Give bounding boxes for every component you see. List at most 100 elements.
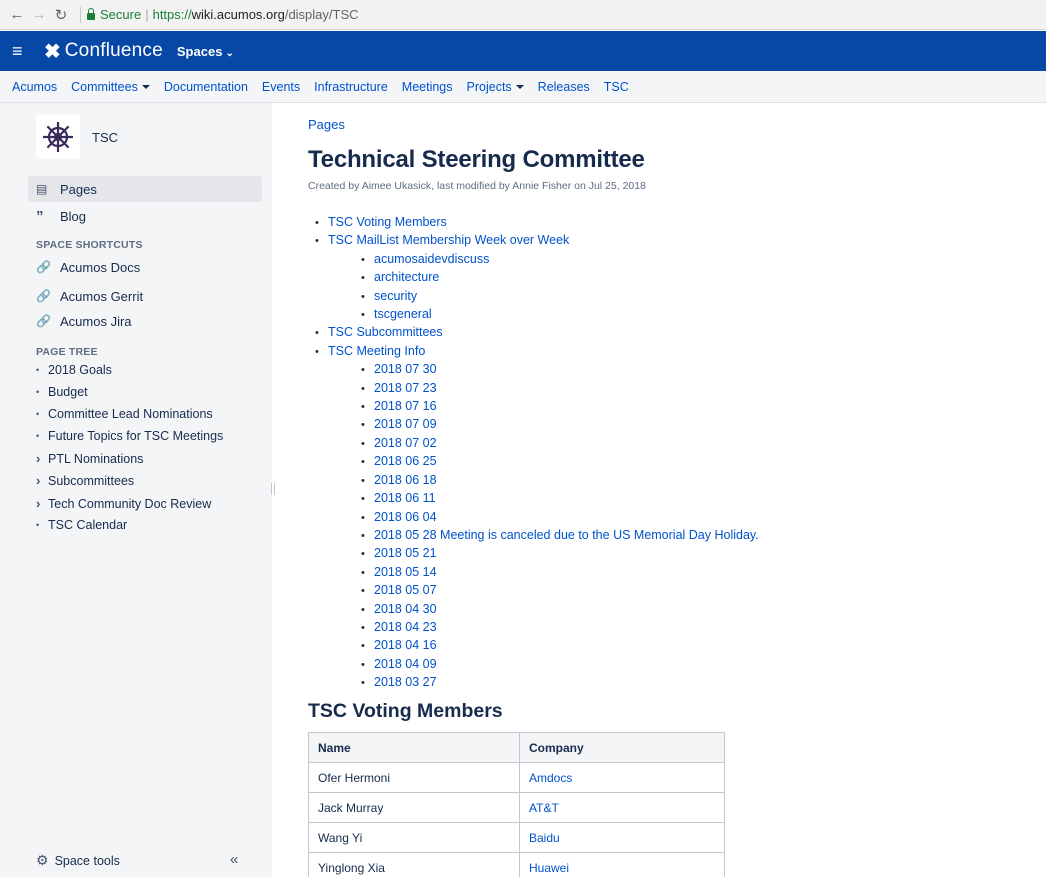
meeting-link[interactable]: 2018 06 11 xyxy=(361,490,1015,508)
voting-members-table: Name Company Ofer Hermoni Amdocs Jack Mu… xyxy=(308,732,725,877)
toc-link[interactable]: TSC MailList Membership Week over Week a… xyxy=(315,232,1015,324)
space-header[interactable]: TSC xyxy=(36,115,118,159)
tree-item[interactable]: › PTL Nominations xyxy=(36,451,143,466)
member-name: Jack Murray xyxy=(308,792,520,823)
table-header-row: Name Company xyxy=(308,732,725,763)
space-nav-bar: Acumos Committees Documentation Events I… xyxy=(0,71,1046,103)
shortcut-acumos-gerrit[interactable]: 🔗 Acumos Gerrit xyxy=(28,283,262,309)
page-byline: Created by Aimee Ukasick, last modified … xyxy=(308,180,646,192)
url-separator xyxy=(80,6,81,23)
breadcrumb[interactable]: Pages xyxy=(308,117,345,132)
shortcut-acumos-docs[interactable]: 🔗 Acumos Docs xyxy=(28,254,262,280)
toc-sublink[interactable]: acumosaidevdiscuss xyxy=(361,251,1015,269)
meeting-link[interactable]: 2018 03 27 xyxy=(361,674,1015,692)
back-arrow-icon[interactable]: ← xyxy=(6,6,28,23)
url-scheme: https:// xyxy=(152,7,192,22)
confluence-logo-icon[interactable]: ✖ xyxy=(44,39,61,64)
tree-item[interactable]: • Budget xyxy=(36,385,88,399)
toc-link[interactable]: TSC Subcommittees xyxy=(315,324,1015,342)
tree-item[interactable]: • TSC Calendar xyxy=(36,518,127,532)
toc-sublink[interactable]: tscgeneral xyxy=(361,306,1015,324)
company-link[interactable]: Baidu xyxy=(529,831,560,845)
link-icon: 🔗 xyxy=(36,314,51,328)
shortcut-acumos-jira[interactable]: 🔗 Acumos Jira xyxy=(28,308,262,334)
tree-item[interactable]: › Tech Community Doc Review xyxy=(36,496,211,511)
toc-sublink[interactable]: architecture xyxy=(361,269,1015,287)
meeting-link[interactable]: 2018 07 02 xyxy=(361,435,1015,453)
tree-item-label: Future Topics for TSC Meetings xyxy=(48,429,224,443)
meeting-link[interactable]: 2018 04 16 xyxy=(361,637,1015,655)
reload-icon[interactable]: ↻ xyxy=(50,6,72,24)
confluence-logo-text[interactable]: Confluence xyxy=(65,40,163,62)
nav-item-tsc[interactable]: TSC xyxy=(604,80,629,94)
sidebar-item-pages[interactable]: ▤ Pages xyxy=(28,176,262,202)
meeting-link[interactable]: 2018 05 28 Meeting is canceled due to th… xyxy=(361,527,1015,545)
meeting-link[interactable]: 2018 05 14 xyxy=(361,564,1015,582)
meeting-link[interactable]: 2018 04 30 xyxy=(361,601,1015,619)
nav-item-documentation[interactable]: Documentation xyxy=(164,80,248,94)
company-link[interactable]: Amdocs xyxy=(529,771,572,785)
page-title: Technical Steering Committee xyxy=(308,146,645,173)
tree-item[interactable]: • 2018 Goals xyxy=(36,363,112,377)
meeting-link[interactable]: 2018 06 25 xyxy=(361,453,1015,471)
space-logo[interactable] xyxy=(36,115,80,159)
url-field[interactable]: https://wiki.acumos.org/display/TSC xyxy=(153,7,359,22)
tree-item-label: Tech Community Doc Review xyxy=(48,496,212,511)
sidebar-item-label: Blog xyxy=(60,208,87,224)
page-icon: ▤ xyxy=(36,182,48,196)
meeting-link[interactable]: 2018 04 09 xyxy=(361,656,1015,674)
column-header-company: Company xyxy=(519,732,725,763)
ship-wheel-icon xyxy=(43,122,73,152)
toc-sublink[interactable]: security xyxy=(361,288,1015,306)
meeting-link[interactable]: 2018 04 23 xyxy=(361,619,1015,637)
meeting-link[interactable]: 2018 06 18 xyxy=(361,472,1015,490)
nav-item-meetings[interactable]: Meetings xyxy=(402,80,453,94)
tree-expand-icon[interactable]: › xyxy=(36,496,48,511)
quote-icon: ” xyxy=(36,207,44,225)
meeting-link[interactable]: 2018 05 21 xyxy=(361,545,1015,563)
tree-bullet: • xyxy=(36,409,40,419)
tree-expand-icon[interactable]: › xyxy=(36,473,48,488)
meeting-link[interactable]: 2018 07 16 xyxy=(361,398,1015,416)
member-company-cell: AT&T xyxy=(519,792,725,823)
column-header-name: Name xyxy=(308,732,520,763)
meeting-link[interactable]: 2018 07 23 xyxy=(361,380,1015,398)
meeting-link[interactable]: 2018 07 30 xyxy=(361,361,1015,379)
lock-icon xyxy=(87,8,95,20)
nav-item-releases[interactable]: Releases xyxy=(538,80,590,94)
tree-item[interactable]: • Future Topics for TSC Meetings xyxy=(36,429,223,443)
toc-link-label: TSC MailList Membership Week over Week xyxy=(328,233,570,248)
nav-item-label: Projects xyxy=(466,79,512,94)
page-tree-title: PAGE TREE xyxy=(36,346,98,358)
gear-icon: ⚙ xyxy=(36,852,49,868)
tree-item[interactable]: › Subcommittees xyxy=(36,473,134,488)
hamburger-menu-icon[interactable]: ≡ xyxy=(12,41,32,62)
company-link[interactable]: Huawei xyxy=(529,861,569,875)
chevron-down-icon: ⌄ xyxy=(225,47,234,59)
table-row: Wang Yi Baidu xyxy=(308,822,725,853)
toc-link[interactable]: TSC Meeting Info 2018 07 30 2018 07 23 2… xyxy=(315,343,1015,693)
space-name[interactable]: TSC xyxy=(92,130,118,145)
space-shortcuts-title: SPACE SHORTCUTS xyxy=(36,239,143,251)
tree-expand-icon[interactable]: › xyxy=(36,451,48,466)
tree-item[interactable]: • Committee Lead Nominations xyxy=(36,407,213,421)
nav-item-events[interactable]: Events xyxy=(262,80,300,94)
company-link[interactable]: AT&T xyxy=(529,801,559,815)
sidebar-resize-handle[interactable] xyxy=(271,483,275,495)
space-tools-button[interactable]: ⚙ Space tools xyxy=(36,852,120,869)
nav-item-projects[interactable]: Projects xyxy=(467,80,524,94)
secure-label: Secure xyxy=(100,7,142,22)
tree-item-label: PTL Nominations xyxy=(48,451,144,466)
sidebar-item-blog[interactable]: ” Blog xyxy=(28,203,262,229)
collapse-sidebar-icon[interactable]: « xyxy=(230,851,238,868)
meeting-link[interactable]: 2018 05 07 xyxy=(361,582,1015,600)
meeting-link[interactable]: 2018 07 09 xyxy=(361,416,1015,434)
nav-item-infrastructure[interactable]: Infrastructure xyxy=(314,80,388,94)
nav-item-committees[interactable]: Committees xyxy=(71,80,150,94)
spaces-menu[interactable]: Spaces ⌄ xyxy=(177,44,234,59)
forward-arrow-icon[interactable]: → xyxy=(28,6,50,23)
meeting-link[interactable]: 2018 06 04 xyxy=(361,509,1015,527)
toc-link[interactable]: TSC Voting Members xyxy=(315,214,1015,232)
tree-item-label: Budget xyxy=(48,385,88,399)
nav-item-acumos[interactable]: Acumos xyxy=(12,80,57,94)
